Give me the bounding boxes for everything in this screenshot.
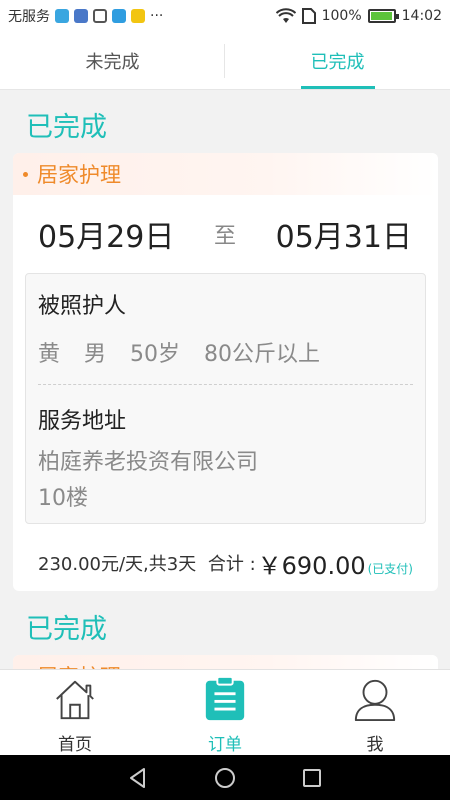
person-icon: [354, 679, 396, 722]
nav-me-label: 我: [366, 735, 384, 755]
carrier-text: 无服务: [8, 9, 50, 25]
start-date: 05月29日: [38, 220, 175, 255]
order-status-title: 已完成: [26, 614, 107, 645]
recipient-name: 黄: [38, 342, 61, 367]
recipient-weight: 80公斤以上: [204, 342, 321, 367]
service-type: 居家护理: [37, 661, 121, 669]
recipient-gender: 男: [84, 342, 107, 367]
nav-orders[interactable]: 订单: [150, 670, 300, 755]
order-card[interactable]: 居家护理: [13, 655, 438, 669]
service-address-label: 服务地址: [38, 409, 127, 434]
dashed-divider: [38, 384, 413, 385]
more-notifications: ···: [150, 8, 164, 24]
total-label: 合计 :: [207, 554, 256, 575]
paid-status: (已支付): [367, 562, 413, 576]
status-bar: 无服务 ··· 100% 14:02: [0, 0, 450, 32]
service-type-header: 居家护理: [13, 153, 438, 195]
back-icon[interactable]: [126, 766, 150, 790]
date-range: 05月29日 至 05月31日: [13, 195, 438, 273]
date-separator: 至: [213, 224, 236, 249]
message-icon: [131, 9, 145, 23]
tab-completed[interactable]: 已完成: [225, 32, 450, 89]
care-recipient-label: 被照护人: [38, 294, 127, 319]
shield-app-icon: [112, 9, 126, 23]
service-type-header: 居家护理: [13, 655, 438, 669]
location-icon: [55, 9, 69, 23]
bullet-dot: [23, 171, 28, 177]
sim-icon: [301, 8, 316, 24]
clipboard-icon: [205, 676, 245, 721]
recipient-age: 50岁: [130, 342, 181, 367]
address-line-2: 10楼: [38, 486, 88, 511]
order-details-box: 被照护人 黄 男 50岁 80公斤以上 服务地址 柏庭养老投资有限公司 10楼: [25, 273, 426, 524]
nav-orders-label: 订单: [208, 735, 242, 755]
address-line-1: 柏庭养老投资有限公司: [38, 450, 259, 475]
price-row: 230.00元/天,共3天 合计 : ￥690.00 (已支付): [13, 524, 438, 591]
home-icon: [56, 680, 94, 720]
service-type: 居家护理: [37, 163, 121, 187]
end-date: 05月31日: [275, 220, 412, 255]
nav-home[interactable]: 首页: [0, 670, 150, 755]
battery-icon: [367, 9, 399, 23]
order-status-title: 已完成: [26, 112, 107, 143]
price-detail: 230.00元/天,共3天: [38, 554, 197, 575]
clock: 14:02: [401, 8, 442, 24]
order-status-tabs: 未完成 已完成: [0, 32, 450, 90]
wifi-icon: [275, 8, 296, 23]
system-navigation-bar: [0, 755, 450, 800]
app-icon: [74, 9, 88, 23]
home-circle-icon[interactable]: [213, 766, 237, 790]
care-recipient-info: 黄 男 50岁 80公斤以上: [38, 336, 413, 368]
recents-icon[interactable]: [300, 766, 324, 790]
nav-home-label: 首页: [58, 735, 92, 755]
total-amount: ￥690.00: [257, 551, 366, 580]
gallery-icon: [93, 9, 107, 23]
order-card[interactable]: 居家护理 05月29日 至 05月31日 被照护人 黄 男 50岁 80公斤以上…: [13, 153, 438, 591]
bottom-navigation: 首页 订单 我: [0, 669, 450, 755]
tab-incomplete[interactable]: 未完成: [0, 32, 225, 89]
nav-me[interactable]: 我: [300, 670, 450, 755]
order-list[interactable]: 已完成 居家护理 05月29日 至 05月31日 被照护人 黄 男 50岁 80…: [0, 91, 450, 669]
battery-percent: 100%: [321, 8, 362, 24]
